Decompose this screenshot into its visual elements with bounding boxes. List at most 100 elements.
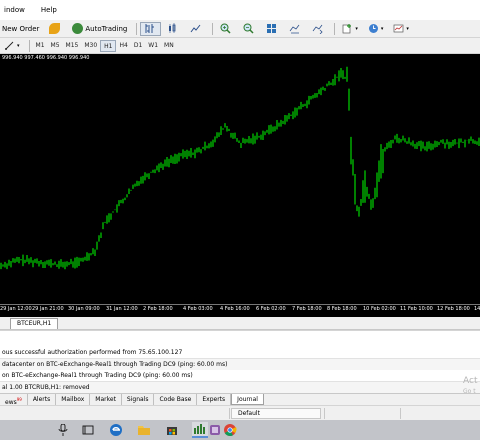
candlestick-icon [169, 23, 176, 33]
chart-tabs-bar: BTCEUR,H1 [0, 317, 480, 330]
time-label: 10 Feb 02:00 [363, 306, 396, 312]
timeframe-m30[interactable]: M30 [81, 40, 100, 52]
journal-entry: ous successful authorization performed f… [2, 349, 183, 356]
toolbar-separator [28, 39, 30, 52]
time-label: 4 Feb 03:00 [183, 306, 213, 312]
time-label: 30 Jan 09:00 [68, 306, 100, 312]
time-label: 31 Jan 12:00 [106, 306, 138, 312]
ohlc-readout: 996.940 997.460 996.940 996.940 [2, 55, 90, 61]
timeframe-h4[interactable]: H4 [116, 40, 130, 52]
tab-mailbox[interactable]: Mailbox [56, 394, 91, 405]
line-chart-icon [190, 24, 201, 33]
time-label: 7 Feb 18:00 [292, 306, 322, 312]
tab-alerts[interactable]: Alerts [28, 394, 57, 405]
toolbar-separator [212, 22, 214, 35]
journal-entry: al 1.00 BTCRUB,H1: removed [0, 382, 480, 393]
time-label: 14 [474, 306, 480, 312]
dropdown-arrow-icon: ▾ [17, 42, 20, 49]
clock-icon [368, 24, 378, 33]
store-icon[interactable] [164, 422, 180, 438]
profile-status: Default [231, 408, 321, 419]
news-count-badge: 99 [16, 397, 22, 402]
tab-code-base[interactable]: Code Base [154, 394, 198, 405]
toolbar-separator [334, 22, 336, 35]
tab-news[interactable]: ews99 [0, 394, 28, 406]
metaeditor-button[interactable] [45, 22, 66, 36]
journal-panel: ous successful authorization performed f… [0, 330, 480, 396]
zoom-out-icon [243, 23, 254, 34]
time-label: 8 Feb 18:00 [327, 306, 357, 312]
timeframe-d1[interactable]: D1 [131, 40, 145, 52]
dropdown-arrow-icon: ▾ [380, 25, 384, 32]
new-order-label: New Order [2, 24, 40, 33]
timeframe-h1[interactable]: H1 [100, 39, 117, 52]
templates-button[interactable]: ▾ [389, 22, 413, 36]
crosshair-line-icon [5, 41, 14, 50]
new-order-button[interactable]: New Order [0, 22, 43, 36]
file-explorer-icon[interactable] [136, 422, 152, 438]
autotrading-label: AutoTrading [85, 24, 128, 33]
chart-tab-btceur-h1[interactable]: BTCEUR,H1 [10, 318, 59, 329]
status-divider [400, 408, 401, 419]
candlestick-series [0, 66, 480, 270]
timeframe-mn[interactable]: MN [161, 40, 177, 52]
bar-chart-button[interactable] [140, 21, 162, 36]
timeframes-toolbar: ▾ M1 M5 M15 M30 H1 H4 D1 W1 MN [0, 38, 480, 54]
indicators-button[interactable]: ▾ [338, 22, 362, 36]
status-bar: Default [0, 405, 480, 420]
template-icon [394, 24, 404, 33]
app-icon[interactable] [207, 422, 223, 438]
metatrader-icon[interactable] [192, 422, 208, 438]
terminal-tabs: ews99 Alerts Mailbox Market Signals Code… [0, 393, 480, 406]
autotrading-button[interactable]: AutoTrading [68, 22, 131, 36]
metaeditor-icon [49, 23, 61, 34]
journal-entry: on BTC-eExchange-Real1 through Trading D… [2, 372, 193, 379]
menu-window[interactable]: indow [4, 6, 25, 14]
price-chart[interactable]: 996.940 997.460 996.940 996.940 [0, 54, 480, 317]
autoscroll-icon [313, 24, 323, 34]
standard-toolbar: New Order AutoTrading ▾ ▾ ▾ [0, 20, 480, 38]
menu-help[interactable]: Help [41, 6, 57, 14]
timeframe-w1[interactable]: W1 [145, 40, 161, 52]
timeframe-m15[interactable]: M15 [63, 40, 82, 52]
status-divider [324, 408, 325, 419]
status-divider [229, 408, 230, 419]
dropdown-arrow-icon: ▾ [406, 25, 409, 32]
toolbar-separator [136, 22, 138, 35]
journal-entry: datacenter on BTC-eExchange-Real1 throug… [0, 359, 480, 370]
windows-taskbar [0, 420, 480, 440]
chart-shift-icon [290, 24, 300, 34]
zoom-in-button[interactable] [216, 22, 237, 36]
dropdown-arrow-icon: ▾ [355, 25, 358, 32]
tab-journal[interactable]: Journal [231, 394, 264, 405]
activate-windows-watermark: Act [463, 376, 478, 386]
indicators-icon [342, 24, 352, 34]
time-label: 12 Feb 18:00 [437, 306, 470, 312]
edge-icon[interactable] [108, 422, 124, 438]
time-label: 2 Feb 18:00 [143, 306, 173, 312]
scroll-end-button[interactable] [285, 22, 306, 36]
task-view-icon[interactable] [80, 422, 96, 438]
time-label: 29 Jan 21:00 [32, 306, 64, 312]
timeframe-m5[interactable]: M5 [48, 40, 63, 52]
tab-experts[interactable]: Experts [197, 394, 232, 405]
line-chart-button[interactable] [186, 22, 207, 36]
tab-market[interactable]: Market [90, 394, 122, 405]
tile-windows-icon [267, 24, 277, 33]
line-tools-button[interactable]: ▾ [0, 39, 24, 53]
bar-chart-icon [145, 24, 155, 33]
autoscroll-button[interactable] [308, 22, 329, 36]
periods-button[interactable]: ▾ [364, 22, 388, 36]
candlestick-button[interactable] [163, 22, 184, 36]
timeframe-m1[interactable]: M1 [33, 40, 48, 52]
metatrader-window: indow Help New Order AutoTrading ▾ ▾ ▾ ▾… [0, 0, 480, 440]
menu-bar: indow Help [0, 0, 480, 20]
tile-windows-button[interactable] [262, 22, 283, 36]
zoom-out-button[interactable] [239, 22, 260, 36]
autotrading-icon [72, 23, 84, 34]
zoom-in-icon [220, 23, 231, 34]
tab-signals[interactable]: Signals [122, 394, 155, 405]
microphone-icon[interactable] [55, 422, 71, 438]
time-label: 4 Feb 16:00 [220, 306, 250, 312]
chrome-icon[interactable] [222, 422, 238, 438]
